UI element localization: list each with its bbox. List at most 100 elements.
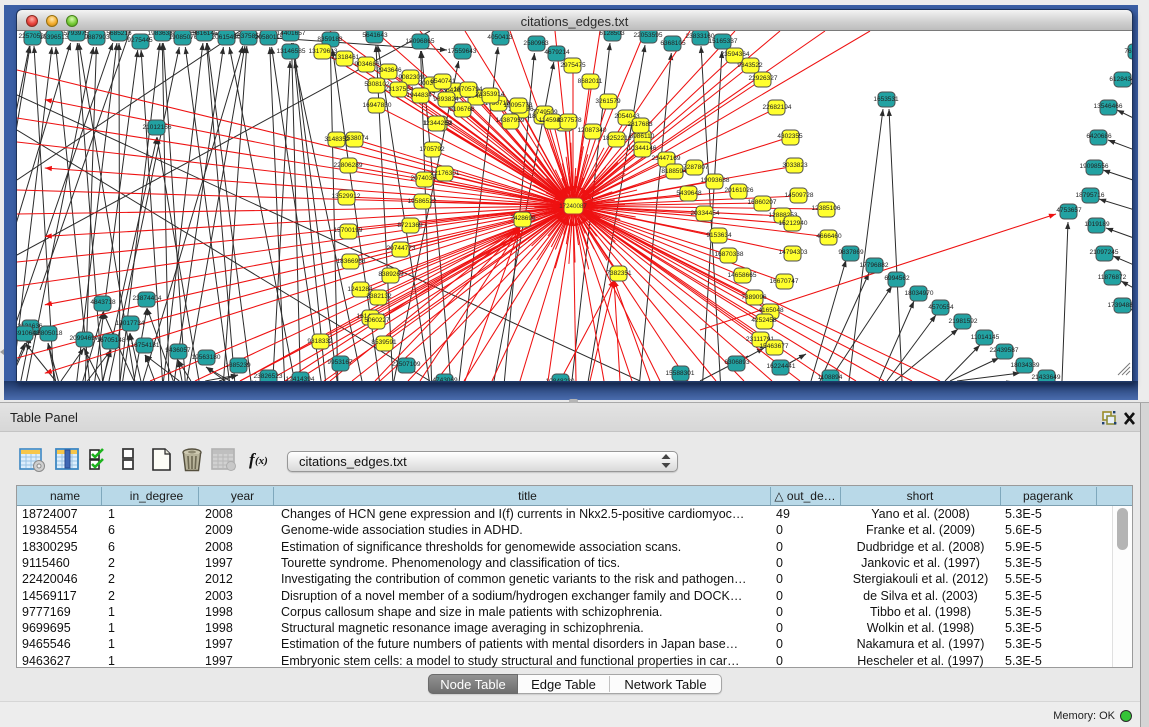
- svg-text:6128503: 6128503: [599, 31, 625, 37]
- svg-text:2943646: 2943646: [376, 67, 402, 74]
- svg-text:9153634: 9153634: [706, 232, 732, 239]
- svg-text:10848230: 10848230: [546, 378, 575, 381]
- svg-text:8682011: 8682011: [578, 78, 603, 85]
- svg-text:1241284: 1241284: [347, 286, 373, 293]
- svg-text:4165048: 4165048: [758, 307, 784, 314]
- svg-text:22439587: 22439587: [990, 347, 1019, 354]
- svg-text:8539591: 8539591: [371, 339, 397, 346]
- svg-text:20744773: 20744773: [387, 245, 416, 252]
- svg-text:19448347: 19448347: [407, 92, 436, 99]
- svg-text:1385239: 1385239: [225, 362, 251, 369]
- svg-text:7382351: 7382351: [606, 270, 632, 277]
- svg-text:3382132: 3382132: [366, 293, 392, 300]
- svg-text:16947830: 16947830: [363, 102, 392, 109]
- svg-text:18034339: 18034339: [1011, 362, 1040, 369]
- svg-text:3377578: 3377578: [556, 117, 582, 124]
- svg-text:9953167: 9953167: [327, 359, 353, 366]
- svg-text:18754131: 18754131: [131, 342, 160, 349]
- svg-text:18366963: 18366963: [337, 258, 366, 265]
- svg-text:3148352: 3148352: [324, 136, 350, 143]
- svg-text:4302355: 4302355: [777, 133, 803, 140]
- svg-text:4252458: 4252458: [751, 317, 777, 324]
- svg-text:17559643: 17559643: [448, 48, 477, 55]
- svg-text:22176301: 22176301: [431, 170, 460, 177]
- svg-text:19563180: 19563180: [192, 354, 221, 361]
- svg-text:15165337: 15165337: [709, 38, 738, 45]
- svg-text:9837869: 9837869: [838, 249, 864, 256]
- svg-text:18795716: 18795716: [1076, 192, 1105, 199]
- svg-text:2975475: 2975475: [560, 62, 586, 69]
- svg-text:14387959: 14387959: [496, 117, 525, 124]
- svg-text:1108894: 1108894: [818, 374, 843, 381]
- svg-text:9893824: 9893824: [433, 96, 459, 103]
- svg-text:23874404: 23874404: [133, 295, 162, 302]
- svg-text:8721369: 8721369: [397, 222, 423, 229]
- svg-text:18096865: 18096865: [406, 38, 435, 45]
- svg-text:19093688: 19093688: [701, 177, 730, 184]
- svg-text:16860207: 16860207: [748, 199, 777, 206]
- svg-text:1653531: 1653531: [873, 96, 899, 103]
- svg-text:16224441: 16224441: [767, 363, 796, 370]
- svg-text:8188594: 8188594: [661, 168, 687, 175]
- svg-text:22507109: 22507109: [392, 361, 421, 368]
- svg-text:21012166: 21012166: [143, 124, 172, 131]
- svg-text:9436057: 9436057: [165, 347, 191, 354]
- svg-text:20334454: 20334454: [691, 210, 720, 217]
- svg-text:5641643: 5641643: [362, 32, 388, 39]
- svg-text:17240087: 17240087: [559, 203, 587, 210]
- svg-text:1705792: 1705792: [419, 146, 445, 153]
- svg-text:21353914: 21353914: [476, 91, 505, 98]
- svg-text:19017734: 19017734: [116, 320, 145, 327]
- svg-text:6420686: 6420686: [1086, 133, 1112, 140]
- svg-text:20161026: 20161026: [725, 187, 754, 194]
- svg-text:8986110: 8986110: [630, 133, 655, 140]
- svg-text:4843718: 4843718: [90, 299, 116, 306]
- svg-text:19586522: 19586522: [408, 198, 437, 205]
- svg-text:13805018: 13805018: [34, 330, 63, 337]
- svg-text:12385106: 12385106: [812, 205, 841, 212]
- svg-text:22682194: 22682194: [763, 104, 792, 111]
- svg-text:13146585: 13146585: [277, 48, 306, 55]
- svg-text:4679214: 4679214: [544, 49, 570, 56]
- svg-text:23447169: 23447169: [652, 155, 681, 162]
- svg-text:16705148: 16705148: [97, 337, 126, 344]
- svg-text:13546466: 13546466: [1094, 103, 1123, 110]
- svg-text:9343522: 9343522: [737, 62, 763, 69]
- svg-text:20994697: 20994697: [70, 335, 99, 342]
- svg-text:22926327: 22926327: [749, 75, 778, 82]
- svg-text:8106768: 8106768: [449, 106, 475, 113]
- svg-text:(x): (x): [255, 455, 268, 467]
- svg-text:4570554: 4570554: [928, 304, 954, 311]
- svg-text:21981592: 21981592: [949, 318, 978, 325]
- svg-text:15700199: 15700199: [334, 227, 363, 234]
- svg-text:17796882: 17796882: [860, 262, 889, 269]
- svg-text:23826523: 23826523: [254, 373, 283, 380]
- svg-text:3261579: 3261579: [595, 98, 621, 105]
- svg-text:16670747: 16670747: [770, 278, 799, 285]
- svg-text:14794303: 14794303: [779, 249, 808, 256]
- svg-text:6994562: 6994562: [884, 275, 910, 282]
- svg-text:4050413: 4050413: [487, 34, 513, 41]
- svg-text:11014145: 11014145: [971, 334, 1000, 341]
- svg-text:21097245: 21097245: [1090, 249, 1119, 256]
- svg-text:15463677: 15463677: [760, 343, 789, 350]
- svg-text:22053595: 22053595: [634, 32, 663, 39]
- svg-text:12344269: 12344269: [423, 120, 452, 127]
- svg-text:1019189: 1019189: [1084, 221, 1110, 228]
- svg-text:4753657: 4753657: [1056, 207, 1082, 214]
- svg-text:6128434: 6128434: [1109, 76, 1132, 83]
- svg-text:6306893: 6306893: [724, 359, 750, 366]
- svg-text:9275445: 9275445: [127, 37, 153, 44]
- svg-text:4666460: 4666460: [816, 233, 842, 240]
- svg-text:6540741: 6540741: [430, 78, 456, 85]
- svg-text:14509728: 14509728: [785, 192, 814, 199]
- svg-text:8359183: 8359183: [317, 36, 343, 43]
- svg-text:14658665: 14658665: [728, 272, 757, 279]
- svg-text:17394887: 17394887: [1108, 302, 1132, 309]
- svg-text:9318332: 9318332: [307, 338, 333, 345]
- svg-text:15212940: 15212940: [779, 220, 808, 227]
- svg-text:8389269: 8389269: [378, 271, 404, 278]
- svg-text:22806289: 22806289: [334, 162, 363, 169]
- svg-text:2817683: 2817683: [627, 121, 653, 128]
- svg-text:14401657: 14401657: [277, 31, 306, 37]
